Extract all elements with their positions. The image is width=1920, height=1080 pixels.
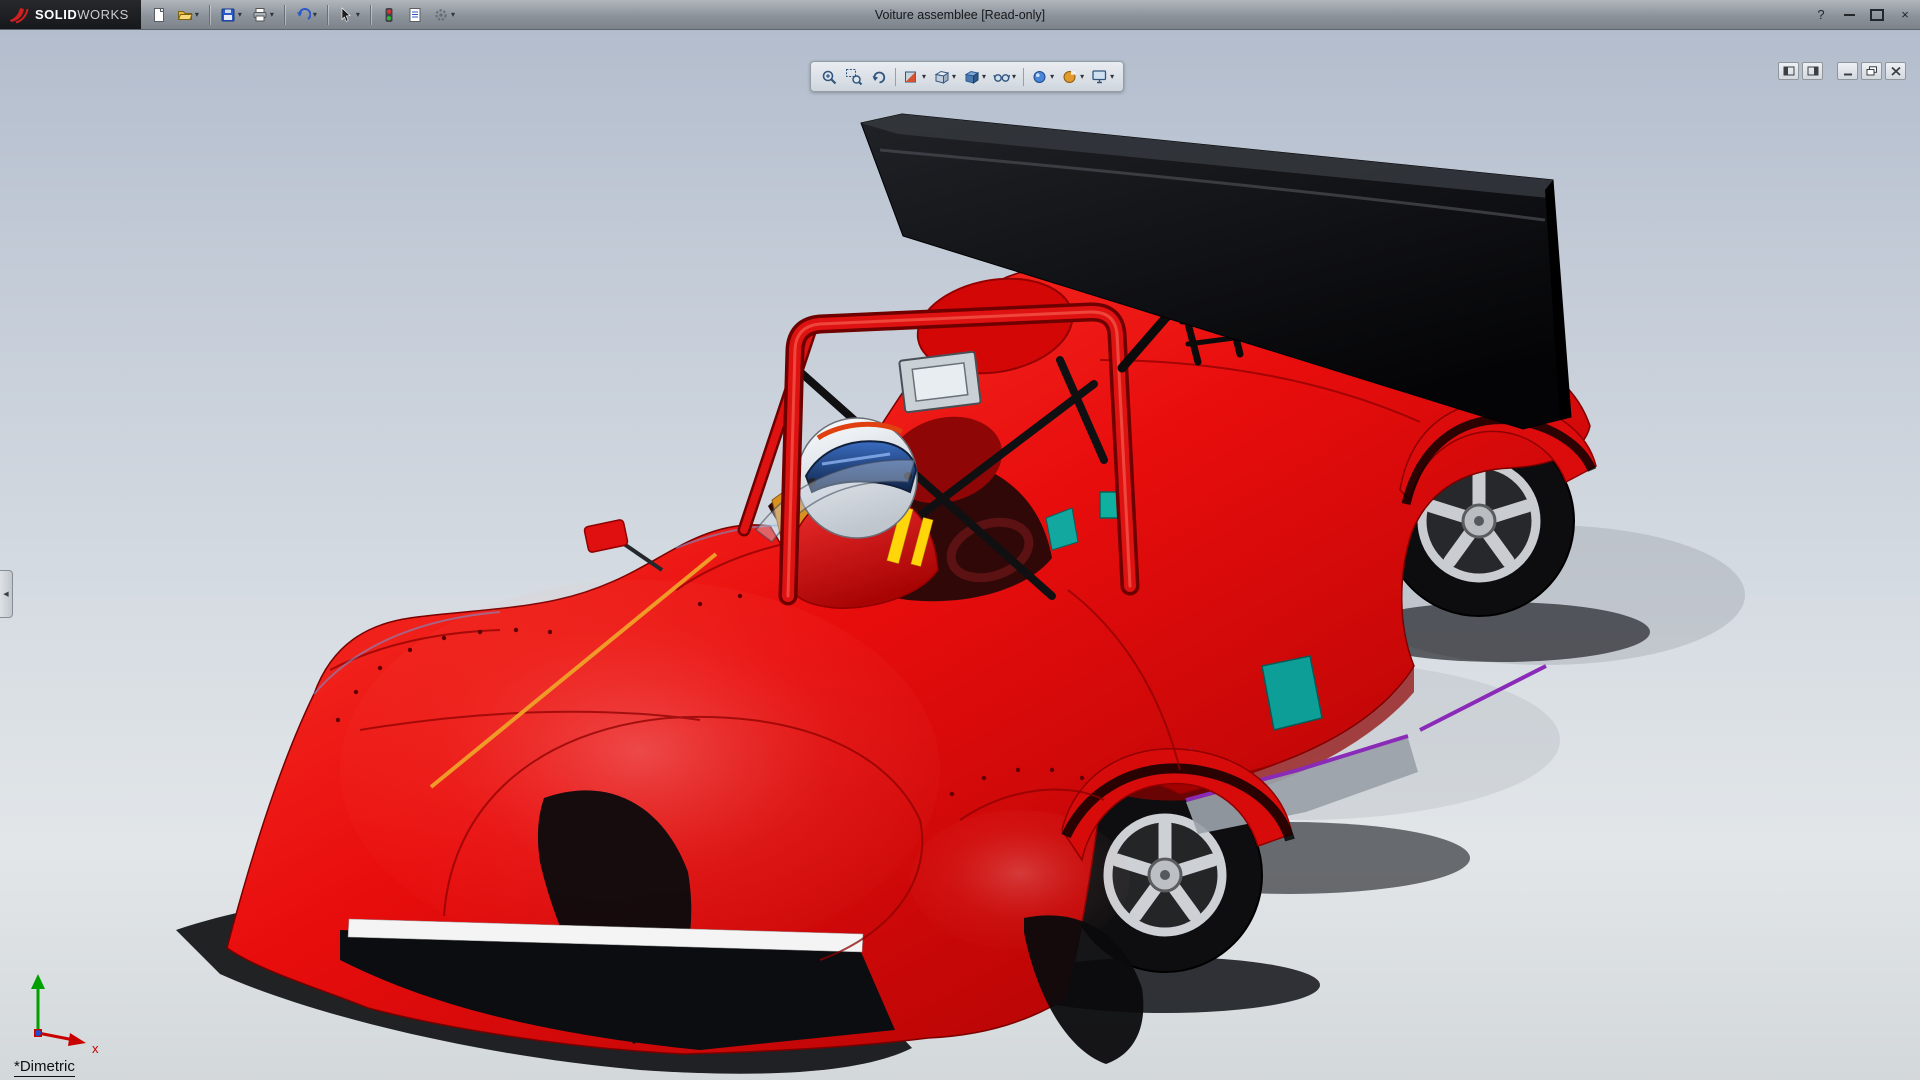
minimize-button[interactable] <box>1842 14 1856 16</box>
display-style-icon <box>963 68 981 86</box>
save-button[interactable]: ▾ <box>216 2 246 27</box>
select-dropdown-arrow[interactable]: ▾ <box>356 11 360 19</box>
file-properties-icon <box>407 7 423 23</box>
document-close-icon <box>1890 66 1902 76</box>
window-controls: ? × <box>1814 0 1912 29</box>
new-document-button[interactable] <box>147 2 171 27</box>
zoom-to-area-button[interactable] <box>843 65 865 88</box>
display-style-button[interactable]: ▾ <box>961 65 988 88</box>
save-floppy-icon <box>220 7 236 23</box>
pane-toggle-right-button[interactable] <box>1802 62 1823 80</box>
document-minimize-button[interactable] <box>1837 62 1858 80</box>
graphics-viewport[interactable]: ▾ ▾ ▾ ▾ <box>0 30 1920 1080</box>
view-orientation-button[interactable]: ▾ <box>931 65 958 88</box>
pane-toggle-left-button[interactable] <box>1778 62 1799 80</box>
zoom-to-fit-button[interactable] <box>818 65 840 88</box>
pane-toggle-left-icon <box>1783 66 1795 76</box>
triad-x-label: x <box>92 1041 99 1055</box>
undo-icon <box>295 7 311 23</box>
previous-view-icon <box>870 68 888 86</box>
view-orientation-label: *Dimetric <box>14 1058 75 1077</box>
section-view-dropdown-arrow[interactable]: ▾ <box>922 73 926 81</box>
apply-scene-dropdown-arrow[interactable]: ▾ <box>1080 73 1084 81</box>
solidworks-logo-icon <box>8 6 30 24</box>
edit-appearance-sphere-icon <box>1031 68 1049 86</box>
section-view-button[interactable]: ▾ <box>901 65 928 88</box>
toolbar-separator <box>370 5 371 25</box>
display-style-dropdown-arrow[interactable]: ▾ <box>982 73 986 81</box>
orientation-triad: x <box>16 969 116 1055</box>
hide-show-items-button[interactable]: ▾ <box>991 65 1018 88</box>
zoom-to-area-icon <box>845 68 863 86</box>
toolbar-separator <box>1023 68 1024 86</box>
print-icon <box>252 7 268 23</box>
select-cursor-icon <box>338 7 354 23</box>
toolbar-separator <box>895 68 896 86</box>
toolbar-separator <box>284 5 285 25</box>
document-minimize-icon <box>1842 66 1854 76</box>
hide-show-glasses-icon <box>993 68 1011 86</box>
window-title: Voiture assemblee [Read-only] <box>875 0 1045 29</box>
edit-appearance-dropdown-arrow[interactable]: ▾ <box>1050 73 1054 81</box>
view-settings-monitor-icon <box>1091 68 1109 86</box>
car-model <box>227 114 1596 1064</box>
select-button[interactable]: ▾ <box>334 2 364 27</box>
previous-view-button[interactable] <box>868 65 890 88</box>
view-settings-dropdown-arrow[interactable]: ▾ <box>1110 73 1114 81</box>
rebuild-traffic-light-icon <box>381 7 397 23</box>
section-view-icon <box>903 68 921 86</box>
options-button[interactable]: ▾ <box>429 2 459 27</box>
view-orientation-dropdown-arrow[interactable]: ▾ <box>952 73 956 81</box>
view-orientation-cube-icon <box>933 68 951 86</box>
intake-box <box>899 352 981 413</box>
help-button[interactable]: ? <box>1814 8 1828 21</box>
hide-show-dropdown-arrow[interactable]: ▾ <box>1012 73 1016 81</box>
rebuild-button[interactable] <box>377 2 401 27</box>
toolbar-separator <box>327 5 328 25</box>
print-button[interactable]: ▾ <box>248 2 278 27</box>
file-properties-button[interactable] <box>403 2 427 27</box>
edit-appearance-button[interactable]: ▾ <box>1029 65 1056 88</box>
side-mirror <box>584 519 662 570</box>
new-document-icon <box>151 7 167 23</box>
undo-button[interactable]: ▾ <box>291 2 321 27</box>
pane-toggle-right-icon <box>1807 66 1819 76</box>
document-close-button[interactable] <box>1885 62 1906 80</box>
toolbar-separator <box>209 5 210 25</box>
options-gear-icon <box>433 7 449 23</box>
undo-dropdown-arrow[interactable]: ▾ <box>313 11 317 19</box>
main-toolbar: ▾ ▾ ▾ ▾ <box>141 2 465 27</box>
document-window-controls <box>1768 62 1906 80</box>
triad-x-arrow <box>68 1033 86 1046</box>
document-restore-button[interactable] <box>1861 62 1882 80</box>
apply-scene-button[interactable]: ▾ <box>1059 65 1086 88</box>
viewport-canvas[interactable] <box>0 30 1920 1080</box>
solidworks-logo: SOLIDWORKS <box>0 0 141 29</box>
maximize-icon <box>1870 9 1884 21</box>
print-dropdown-arrow[interactable]: ▾ <box>270 11 274 19</box>
open-button[interactable]: ▾ <box>173 2 203 27</box>
minimize-icon <box>1844 14 1855 16</box>
titlebar: SOLIDWORKS ▾ ▾ <box>0 0 1920 30</box>
close-button[interactable]: × <box>1898 8 1912 21</box>
document-restore-icon <box>1866 66 1878 76</box>
maximize-button[interactable] <box>1870 9 1884 21</box>
featuremanager-flyout-tab[interactable]: ◀ <box>0 570 13 618</box>
triad-y-arrow <box>31 974 45 989</box>
open-folder-icon <box>177 7 193 23</box>
heads-up-view-toolbar: ▾ ▾ ▾ ▾ <box>810 61 1124 92</box>
flyout-arrow-icon: ◀ <box>3 590 8 598</box>
open-dropdown-arrow[interactable]: ▾ <box>195 11 199 19</box>
view-settings-button[interactable]: ▾ <box>1089 65 1116 88</box>
save-dropdown-arrow[interactable]: ▾ <box>238 11 242 19</box>
logo-text: SOLIDWORKS <box>35 7 129 22</box>
options-dropdown-arrow[interactable]: ▾ <box>451 11 455 19</box>
apply-scene-icon <box>1061 68 1079 86</box>
zoom-to-fit-icon <box>820 68 838 86</box>
